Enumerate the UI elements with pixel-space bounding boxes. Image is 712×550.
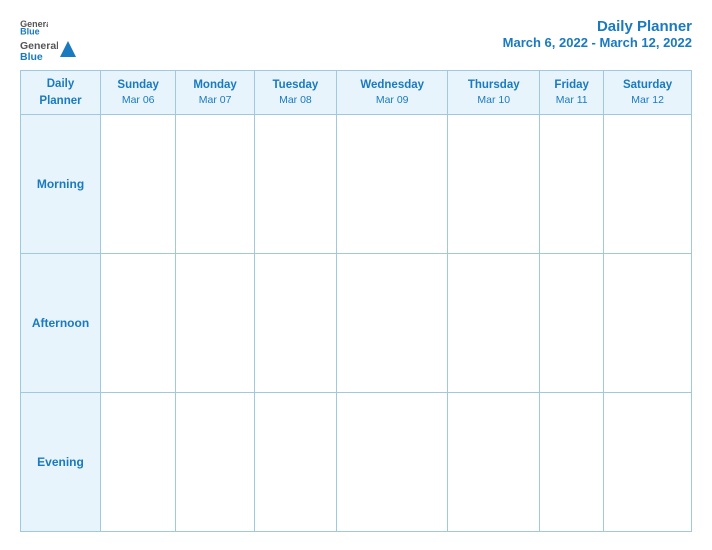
row-label-afternoon: Afternoon: [21, 254, 101, 393]
cell-morning-sunday[interactable]: [101, 115, 176, 254]
cell-evening-thursday[interactable]: [448, 393, 540, 532]
cell-morning-thursday[interactable]: [448, 115, 540, 254]
logo-icon: General Blue: [20, 18, 48, 36]
svg-text:Blue: Blue: [20, 27, 40, 36]
logo-area: General Blue General Blue: [20, 18, 76, 60]
row-label-evening: Evening: [21, 393, 101, 532]
cell-afternoon-saturday[interactable]: [604, 254, 692, 393]
cell-evening-sunday[interactable]: [101, 393, 176, 532]
col-header-sunday: Sunday Mar 06: [101, 71, 176, 115]
cell-afternoon-thursday[interactable]: [448, 254, 540, 393]
table-row-morning: Morning: [21, 115, 692, 254]
col-header-wednesday: Wednesday Mar 09: [337, 71, 448, 115]
cell-morning-friday[interactable]: [540, 115, 604, 254]
cell-morning-wednesday[interactable]: [337, 115, 448, 254]
cell-afternoon-monday[interactable]: [176, 254, 254, 393]
col-header-friday: Friday Mar 11: [540, 71, 604, 115]
col-header-planner: Daily Planner: [21, 71, 101, 115]
col-header-thursday: Thursday Mar 10: [448, 71, 540, 115]
planner-title: Daily Planner: [503, 18, 692, 35]
planner-subtitle: March 6, 2022 - March 12, 2022: [503, 35, 692, 50]
col-header-tuesday: Tuesday Mar 08: [254, 71, 336, 115]
cell-morning-tuesday[interactable]: [254, 115, 336, 254]
col-header-monday: Monday Mar 07: [176, 71, 254, 115]
title-area: Daily Planner March 6, 2022 - March 12, …: [503, 18, 692, 50]
col-label-planner: Planner: [23, 93, 98, 109]
table-row-evening: Evening: [21, 393, 692, 532]
logo-triangle-icon: [60, 41, 76, 57]
page: General Blue General Blue Daily Planner …: [0, 0, 712, 550]
svg-text:Blue: Blue: [20, 51, 43, 60]
cell-afternoon-tuesday[interactable]: [254, 254, 336, 393]
cell-evening-wednesday[interactable]: [337, 393, 448, 532]
cell-evening-monday[interactable]: [176, 393, 254, 532]
cell-evening-tuesday[interactable]: [254, 393, 336, 532]
cell-afternoon-sunday[interactable]: [101, 254, 176, 393]
cell-evening-friday[interactable]: [540, 393, 604, 532]
table-row-afternoon: Afternoon: [21, 254, 692, 393]
row-label-morning: Morning: [21, 115, 101, 254]
col-header-saturday: Saturday Mar 12: [604, 71, 692, 115]
generalblue-logo-svg: General Blue: [20, 38, 58, 60]
planner-table: Daily Planner Sunday Mar 06 Monday Mar 0…: [20, 70, 692, 532]
header: General Blue General Blue Daily Planner …: [20, 18, 692, 60]
cell-evening-saturday[interactable]: [604, 393, 692, 532]
cell-afternoon-wednesday[interactable]: [337, 254, 448, 393]
cell-afternoon-friday[interactable]: [540, 254, 604, 393]
cell-morning-monday[interactable]: [176, 115, 254, 254]
col-label-daily: Daily: [23, 76, 98, 92]
cell-morning-saturday[interactable]: [604, 115, 692, 254]
table-header-row: Daily Planner Sunday Mar 06 Monday Mar 0…: [21, 71, 692, 115]
